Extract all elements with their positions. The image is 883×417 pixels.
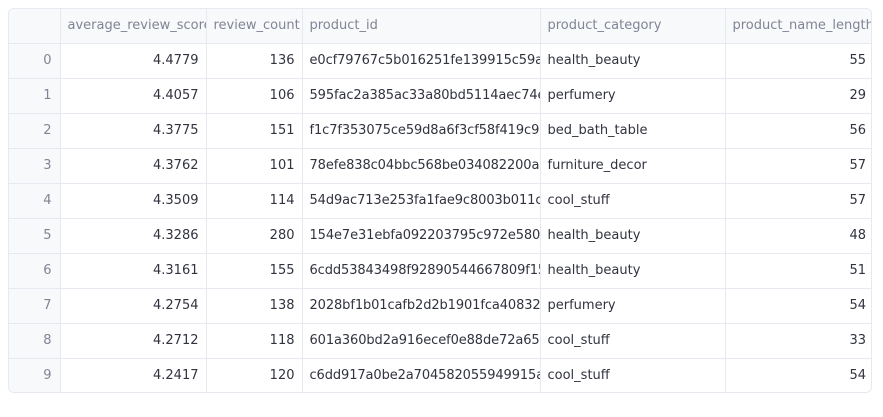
- cell-product-category[interactable]: bed_bath_table: [540, 113, 726, 149]
- cell-product-category[interactable]: cool_stuff: [540, 183, 726, 219]
- cell-product-id[interactable]: e0cf79767c5b016251fe139915c59a26: [302, 43, 541, 79]
- cell-product-id[interactable]: 595fac2a385ac33a80bd5114aec74eb8: [302, 78, 541, 114]
- cell-average-review-score[interactable]: 4.4779: [60, 43, 207, 79]
- row-index[interactable]: 7: [9, 288, 61, 324]
- cell-product-id[interactable]: 78efe838c04bbc568be034082200ac20: [302, 148, 541, 184]
- header-row: average_review_score review_count produc…: [9, 9, 871, 44]
- table-row: 0 4.4779 136 e0cf79767c5b016251fe139915c…: [9, 43, 871, 79]
- cell-product-id[interactable]: f1c7f353075ce59d8a6f3cf58f419c9c: [302, 113, 541, 149]
- cell-review-count[interactable]: 151: [206, 113, 303, 149]
- cell-product-category[interactable]: health_beauty: [540, 43, 726, 79]
- cell-product-id[interactable]: 54d9ac713e253fa1fae9c8003b011c2a: [302, 183, 541, 219]
- dataframe-container: average_review_score review_count produc…: [8, 8, 872, 393]
- cell-product-category[interactable]: health_beauty: [540, 253, 726, 289]
- cell-product-name-length[interactable]: 48: [725, 218, 871, 254]
- cell-product-category[interactable]: health_beauty: [540, 218, 726, 254]
- column-header-product-name-length[interactable]: product_name_length: [725, 9, 871, 44]
- column-header-product-category[interactable]: product_category: [540, 9, 726, 44]
- cell-average-review-score[interactable]: 4.2417: [60, 358, 207, 392]
- row-index[interactable]: 1: [9, 78, 61, 114]
- table-body: 0 4.4779 136 e0cf79767c5b016251fe139915c…: [9, 43, 871, 392]
- table-header: average_review_score review_count produc…: [9, 9, 871, 44]
- cell-review-count[interactable]: 136: [206, 43, 303, 79]
- row-index[interactable]: 5: [9, 218, 61, 254]
- dataframe-table: average_review_score review_count produc…: [9, 9, 871, 392]
- table-row: 4 4.3509 114 54d9ac713e253fa1fae9c8003b0…: [9, 183, 871, 219]
- cell-product-name-length[interactable]: 57: [725, 148, 871, 184]
- cell-product-name-length[interactable]: 33: [725, 323, 871, 359]
- cell-product-category[interactable]: cool_stuff: [540, 358, 726, 392]
- row-index[interactable]: 8: [9, 323, 61, 359]
- row-index[interactable]: 2: [9, 113, 61, 149]
- cell-product-id[interactable]: 6cdd53843498f92890544667809f1595: [302, 253, 541, 289]
- cell-product-category[interactable]: furniture_decor: [540, 148, 726, 184]
- cell-review-count[interactable]: 114: [206, 183, 303, 219]
- table-row: 8 4.2712 118 601a360bd2a916ecef0e88de72a…: [9, 323, 871, 359]
- cell-average-review-score[interactable]: 4.2754: [60, 288, 207, 324]
- cell-average-review-score[interactable]: 4.3775: [60, 113, 207, 149]
- cell-product-id[interactable]: 154e7e31ebfa092203795c972e5804a6: [302, 218, 541, 254]
- column-header-product-id[interactable]: product_id: [302, 9, 541, 44]
- table-row: 1 4.4057 106 595fac2a385ac33a80bd5114aec…: [9, 78, 871, 114]
- cell-review-count[interactable]: 106: [206, 78, 303, 114]
- cell-average-review-score[interactable]: 4.4057: [60, 78, 207, 114]
- cell-average-review-score[interactable]: 4.3509: [60, 183, 207, 219]
- table-row: 3 4.3762 101 78efe838c04bbc568be03408220…: [9, 148, 871, 184]
- cell-average-review-score[interactable]: 4.2712: [60, 323, 207, 359]
- row-index[interactable]: 4: [9, 183, 61, 219]
- table-row: 6 4.3161 155 6cdd53843498f92890544667809…: [9, 253, 871, 289]
- cell-average-review-score[interactable]: 4.3161: [60, 253, 207, 289]
- table-row: 2 4.3775 151 f1c7f353075ce59d8a6f3cf58f4…: [9, 113, 871, 149]
- row-index[interactable]: 3: [9, 148, 61, 184]
- cell-review-count[interactable]: 138: [206, 288, 303, 324]
- cell-review-count[interactable]: 155: [206, 253, 303, 289]
- cell-average-review-score[interactable]: 4.3286: [60, 218, 207, 254]
- cell-product-id[interactable]: 601a360bd2a916ecef0e88de72a6531a: [302, 323, 541, 359]
- cell-review-count[interactable]: 101: [206, 148, 303, 184]
- table-row: 7 4.2754 138 2028bf1b01cafb2d2b1901fca40…: [9, 288, 871, 324]
- cell-product-name-length[interactable]: 51: [725, 253, 871, 289]
- column-header-review-count[interactable]: review_count: [206, 9, 303, 44]
- table-row: 9 4.2417 120 c6dd917a0be2a70458205594991…: [9, 358, 871, 392]
- cell-product-name-length[interactable]: 56: [725, 113, 871, 149]
- cell-review-count[interactable]: 120: [206, 358, 303, 392]
- cell-product-name-length[interactable]: 57: [725, 183, 871, 219]
- row-index[interactable]: 0: [9, 43, 61, 79]
- cell-product-name-length[interactable]: 29: [725, 78, 871, 114]
- cell-product-category[interactable]: cool_stuff: [540, 323, 726, 359]
- cell-product-id[interactable]: 2028bf1b01cafb2d2b1901fca4083222: [302, 288, 541, 324]
- cell-average-review-score[interactable]: 4.3762: [60, 148, 207, 184]
- cell-product-category[interactable]: perfumery: [540, 78, 726, 114]
- cell-review-count[interactable]: 280: [206, 218, 303, 254]
- cell-product-name-length[interactable]: 54: [725, 288, 871, 324]
- table-row: 5 4.3286 280 154e7e31ebfa092203795c972e5…: [9, 218, 871, 254]
- cell-product-id[interactable]: c6dd917a0be2a704582055949915ab32: [302, 358, 541, 392]
- cell-product-name-length[interactable]: 54: [725, 358, 871, 392]
- index-column-header[interactable]: [9, 9, 61, 44]
- row-index[interactable]: 9: [9, 358, 61, 392]
- cell-product-category[interactable]: perfumery: [540, 288, 726, 324]
- cell-review-count[interactable]: 118: [206, 323, 303, 359]
- column-header-average-review-score[interactable]: average_review_score: [60, 9, 207, 44]
- cell-product-name-length[interactable]: 55: [725, 43, 871, 79]
- row-index[interactable]: 6: [9, 253, 61, 289]
